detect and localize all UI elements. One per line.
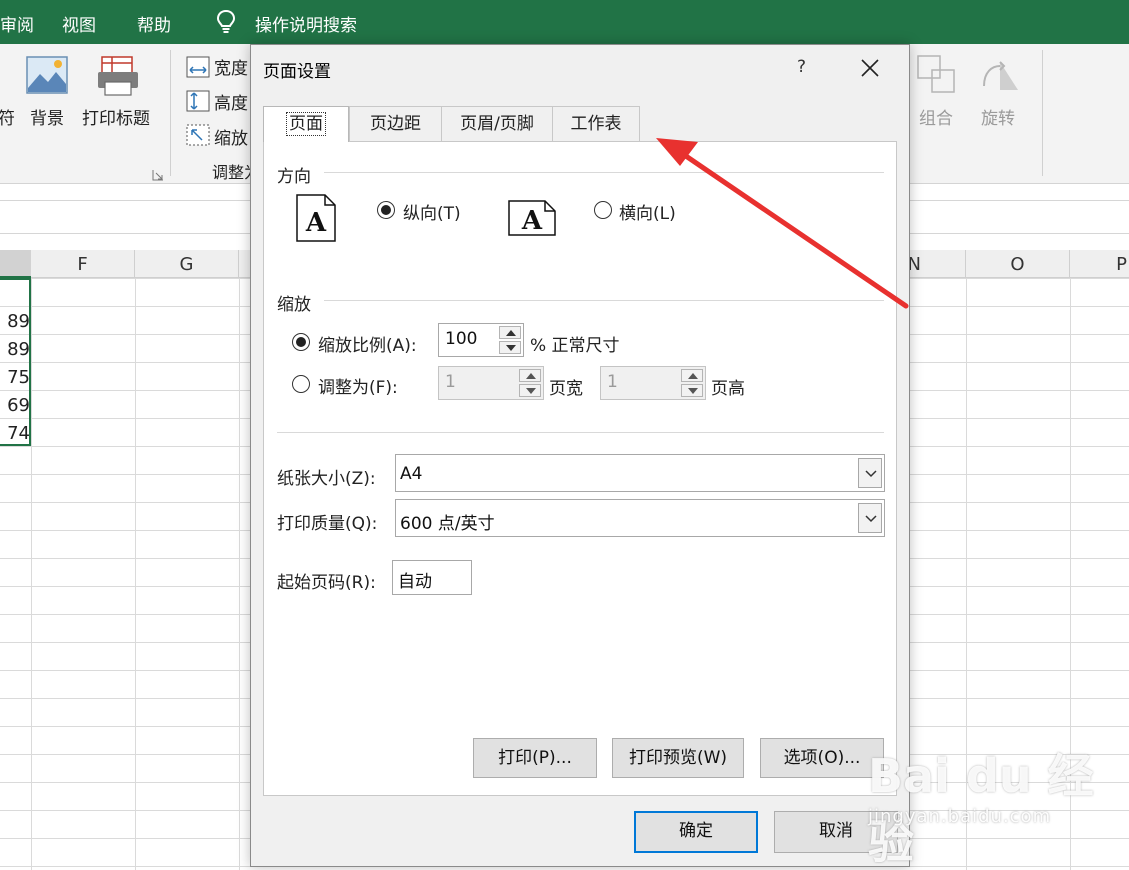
column-header-o[interactable]: O xyxy=(966,250,1070,278)
help-button[interactable]: ? xyxy=(797,57,806,77)
options-button[interactable]: 选项(O)... xyxy=(760,738,884,778)
ok-button[interactable]: 确定 xyxy=(634,811,758,853)
section-divider xyxy=(324,300,884,301)
landscape-radio[interactable] xyxy=(594,201,612,219)
adjust-to-value: 100 xyxy=(445,329,478,349)
print-quality-select[interactable]: 600 点/英寸 xyxy=(395,499,885,537)
scale-spinner[interactable]: 缩放 xyxy=(214,124,248,149)
rotate-button[interactable]: 旋转 xyxy=(981,104,1015,129)
ribbon-separator xyxy=(170,50,171,176)
ribbon-separator xyxy=(1042,50,1043,176)
group-icon[interactable] xyxy=(916,54,958,96)
landscape-page-icon: A xyxy=(508,200,556,240)
menu-help[interactable]: 帮助 xyxy=(137,11,171,36)
page-setup-dialog: 页面设置 ? 页面 页边距 页眉/页脚 工作表 方向 A 纵向(T) A 横向(… xyxy=(250,44,910,867)
grid-line xyxy=(31,278,32,870)
svg-text:A: A xyxy=(305,208,327,238)
menu-view[interactable]: 视图 xyxy=(62,11,96,36)
first-page-number-label: 起始页码(R): xyxy=(277,573,376,593)
spin-down-icon[interactable] xyxy=(499,341,521,354)
dialog-title: 页面设置 xyxy=(263,62,331,82)
portrait-radio[interactable] xyxy=(377,201,395,219)
baidu-watermark: Bai du 经验 jingyan.baidu.com xyxy=(868,740,1118,869)
normal-size-label: % 正常尺寸 xyxy=(530,336,620,356)
fit-tall-spinner[interactable]: 1 xyxy=(600,366,706,400)
rotate-icon[interactable] xyxy=(978,56,1022,96)
portrait-label[interactable]: 纵向(T) xyxy=(403,199,461,224)
fit-to-radio[interactable] xyxy=(292,375,310,393)
landscape-label[interactable]: 横向(L) xyxy=(619,199,676,224)
spinner-arrows xyxy=(519,369,541,397)
page-tab-panel: 方向 A 纵向(T) A 横向(L) 缩放 缩放比例(A): 100 % 正常尺… xyxy=(263,141,897,796)
chevron-down-icon[interactable] xyxy=(858,458,882,488)
excel-title-bar: 审阅 视图 帮助 操作说明搜索 xyxy=(0,0,1129,44)
section-divider xyxy=(277,432,884,433)
paper-size-label: 纸张大小(Z): xyxy=(277,469,376,489)
print-titles-icon[interactable] xyxy=(96,56,142,96)
tab-page-label: 页面 xyxy=(286,112,326,136)
adjust-to-radio[interactable] xyxy=(292,333,310,351)
width-icon[interactable] xyxy=(186,56,210,78)
fit-wide-value: 1 xyxy=(445,372,456,392)
tab-sheet[interactable]: 工作表 xyxy=(552,106,640,141)
height-icon[interactable] xyxy=(186,90,210,112)
first-page-number-input[interactable]: 自动 xyxy=(392,560,472,595)
spin-up-icon[interactable] xyxy=(519,369,541,382)
close-icon[interactable] xyxy=(855,53,885,83)
tell-me-search[interactable]: 操作说明搜索 xyxy=(255,11,357,36)
section-divider xyxy=(324,172,884,173)
fit-tall-value: 1 xyxy=(607,372,618,392)
dialog-launcher-icon[interactable] xyxy=(152,166,164,181)
watermark-logo-text: Bai du 经验 xyxy=(868,749,1094,869)
portrait-page-icon: A xyxy=(296,194,336,246)
print-quality-value: 600 点/英寸 xyxy=(400,514,495,534)
spin-down-icon[interactable] xyxy=(519,384,541,397)
spin-up-icon[interactable] xyxy=(499,326,521,339)
first-page-number-value: 自动 xyxy=(398,572,432,592)
cell-selection[interactable] xyxy=(0,278,31,446)
adjust-to-label[interactable]: 缩放比例(A): xyxy=(318,331,417,356)
tab-margins[interactable]: 页边距 xyxy=(349,106,442,141)
height-dropdown[interactable]: 高度 xyxy=(214,89,248,114)
spinner-arrows xyxy=(499,326,521,354)
ribbon-partial-label[interactable]: 符 xyxy=(0,104,15,129)
column-header-f[interactable]: F xyxy=(31,250,135,278)
spin-up-icon[interactable] xyxy=(681,369,703,382)
scale-icon[interactable] xyxy=(186,124,210,146)
tab-page[interactable]: 页面 xyxy=(263,106,349,142)
group-button[interactable]: 组合 xyxy=(919,104,953,129)
paper-size-value: A4 xyxy=(400,464,423,484)
width-dropdown[interactable]: 宽度 xyxy=(214,54,248,79)
orientation-section-title: 方向 xyxy=(277,167,311,187)
print-quality-label: 打印质量(Q): xyxy=(277,514,378,534)
background-icon[interactable] xyxy=(26,56,68,94)
scaling-section-title: 缩放 xyxy=(277,295,311,315)
pages-tall-label: 页高 xyxy=(711,379,745,399)
spin-down-icon[interactable] xyxy=(681,384,703,397)
adjust-to-spinner[interactable]: 100 xyxy=(438,323,524,357)
background-button[interactable]: 背景 xyxy=(30,104,64,129)
print-preview-button[interactable]: 打印预览(W) xyxy=(612,738,744,778)
spinner-arrows xyxy=(681,369,703,397)
fit-to-label[interactable]: 调整为(F): xyxy=(318,373,398,398)
menu-review[interactable]: 审阅 xyxy=(0,11,34,36)
tab-header-footer[interactable]: 页眉/页脚 xyxy=(441,106,553,141)
column-header-g[interactable]: G xyxy=(135,250,239,278)
pages-wide-label: 页宽 xyxy=(549,379,583,399)
lightbulb-icon[interactable] xyxy=(214,9,238,35)
selected-column-header[interactable] xyxy=(0,250,31,278)
watermark-url: jingyan.baidu.com xyxy=(868,806,1052,827)
chevron-down-icon[interactable] xyxy=(858,503,882,533)
column-header-p[interactable]: P xyxy=(1070,250,1129,278)
print-titles-button[interactable]: 打印标题 xyxy=(82,104,150,129)
svg-text:A: A xyxy=(521,206,543,236)
grid-line xyxy=(135,278,136,870)
print-button[interactable]: 打印(P)... xyxy=(473,738,597,778)
fit-wide-spinner[interactable]: 1 xyxy=(438,366,544,400)
paper-size-select[interactable]: A4 xyxy=(395,454,885,492)
grid-line xyxy=(239,278,240,870)
